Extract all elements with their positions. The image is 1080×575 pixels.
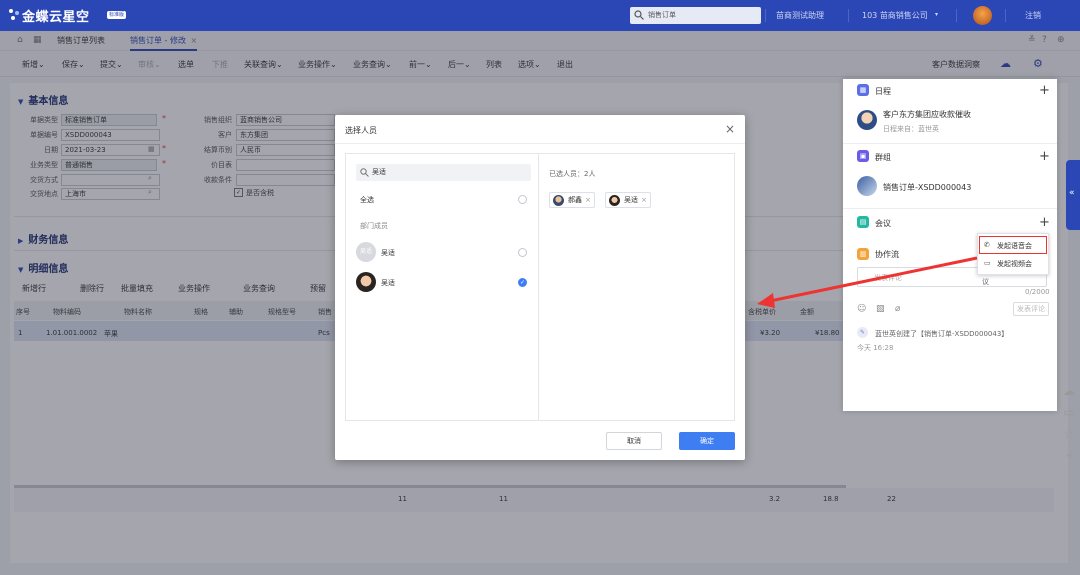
group-item[interactable]: 销售订单-XSDD000043	[883, 182, 971, 193]
chevron-left-icon: «	[1069, 188, 1075, 198]
divider	[765, 9, 766, 22]
schedule-source: 日程来自：蓝世英	[883, 125, 939, 133]
video-icon: ▭	[984, 259, 991, 267]
divider	[843, 143, 1057, 144]
selected-chip: 吴适 ×	[605, 192, 651, 208]
divider	[843, 208, 1057, 209]
logout-link[interactable]: 注销	[1025, 10, 1041, 21]
annotation-arrow	[757, 256, 978, 308]
meeting-icon: ▤	[857, 216, 869, 228]
selected-count: 已选人员：2人	[549, 170, 596, 178]
message-icon[interactable]: ▭	[1062, 405, 1076, 419]
member-name: 吴适	[381, 279, 395, 287]
list-item[interactable]: 吴适 ✓	[346, 270, 538, 294]
select-all-radio[interactable]	[518, 195, 527, 204]
check-icon[interactable]: ✓	[518, 278, 527, 287]
user-avatar[interactable]	[973, 6, 992, 25]
group-icon: ▣	[857, 150, 869, 162]
schedule-item[interactable]: 客户东方集团应收款催收	[883, 109, 971, 120]
close-icon[interactable]: ×	[725, 123, 737, 135]
add-group-button[interactable]: +	[1039, 150, 1050, 163]
avatar	[857, 110, 877, 130]
comment-tail: 议	[982, 278, 989, 286]
chip-label: 吴适	[624, 196, 638, 204]
select-all-label: 全选	[360, 196, 374, 204]
divider	[335, 143, 745, 144]
app-logo[interactable]: 金蝶云星空	[22, 6, 90, 25]
selected-chip: 郝鑫 ×	[549, 192, 595, 208]
member-name: 吴适	[381, 249, 395, 257]
meeting-dropdown-menu: ✆ 发起语音会 ▭ 发起视频会	[977, 233, 1049, 275]
activity-log: 蓝世英创建了【销售订单-XSDD000043】	[875, 330, 1009, 338]
confirm-button[interactable]: 确定	[679, 432, 735, 450]
group-avatar	[857, 176, 877, 196]
cancel-button[interactable]: 取消	[606, 432, 662, 450]
dept-members-heading: 部门成员	[360, 222, 388, 230]
meeting-title: 会议	[875, 219, 891, 228]
star-icon[interactable]: ☆	[1062, 427, 1076, 441]
selected-members-panel: 已选人员：2人 郝鑫 × 吴适 ×	[539, 153, 735, 421]
divider	[1005, 9, 1006, 22]
edit-icon: ✎	[857, 327, 868, 338]
avatar: 吴适	[356, 242, 376, 262]
divider	[848, 9, 849, 22]
calendar-icon: ▦	[857, 84, 869, 96]
member-search-input[interactable]: 吴适	[356, 164, 531, 181]
divider	[956, 9, 957, 22]
env-switch[interactable]: 苗商测试助理	[776, 10, 824, 21]
cloud-icon[interactable]: ☁	[1062, 384, 1076, 398]
member-radio[interactable]	[518, 248, 527, 257]
search-value: 吴适	[372, 168, 386, 176]
avatar	[609, 195, 620, 206]
schedule-title: 日程	[875, 87, 891, 96]
remove-icon[interactable]: ×	[641, 193, 647, 207]
start-voice-meeting[interactable]: 发起语音会	[997, 241, 1032, 251]
edition-badge: 标准版	[107, 11, 127, 19]
org-switch[interactable]: 103 苗商销售公司	[862, 10, 928, 21]
avatar	[553, 195, 564, 206]
global-search-input[interactable]: 销售订单	[630, 7, 761, 24]
remove-icon[interactable]: ×	[585, 193, 591, 207]
char-counter: 0/2000	[1025, 288, 1050, 296]
group-title: 群组	[875, 153, 891, 162]
chip-label: 郝鑫	[568, 196, 582, 204]
post-comment-button[interactable]: 发表评论	[1013, 302, 1049, 316]
side-handle[interactable]: «	[1066, 160, 1080, 230]
search-value: 销售订单	[648, 11, 676, 19]
list-item[interactable]: 吴适 吴适	[346, 240, 538, 264]
search-icon	[360, 167, 369, 184]
member-picker: 吴适 全选 部门成员 吴适 吴适 吴适 ✓	[345, 153, 539, 421]
logo-icon	[8, 8, 20, 20]
start-video-meeting[interactable]: 发起视频会	[997, 259, 1032, 269]
select-person-dialog: 选择人员 × 吴适 全选 部门成员 吴适 吴适 吴适 ✓ 已选人员：2人 郝鑫 …	[335, 115, 745, 460]
add-meeting-button[interactable]: +	[1039, 216, 1050, 229]
add-schedule-button[interactable]: +	[1039, 84, 1050, 97]
search-icon	[634, 10, 644, 20]
top-bar: 金蝶云星空 标准版 销售订单 苗商测试助理 103 苗商销售公司 ▾ 注销	[0, 0, 1080, 31]
chevron-down-icon: ▾	[935, 11, 939, 18]
avatar	[356, 272, 376, 292]
chevron-down-icon[interactable]: ⌄	[1062, 446, 1076, 460]
activity-time: 今天 16:28	[857, 344, 894, 352]
phone-icon: ✆	[984, 241, 990, 249]
dialog-title: 选择人员	[345, 126, 377, 135]
